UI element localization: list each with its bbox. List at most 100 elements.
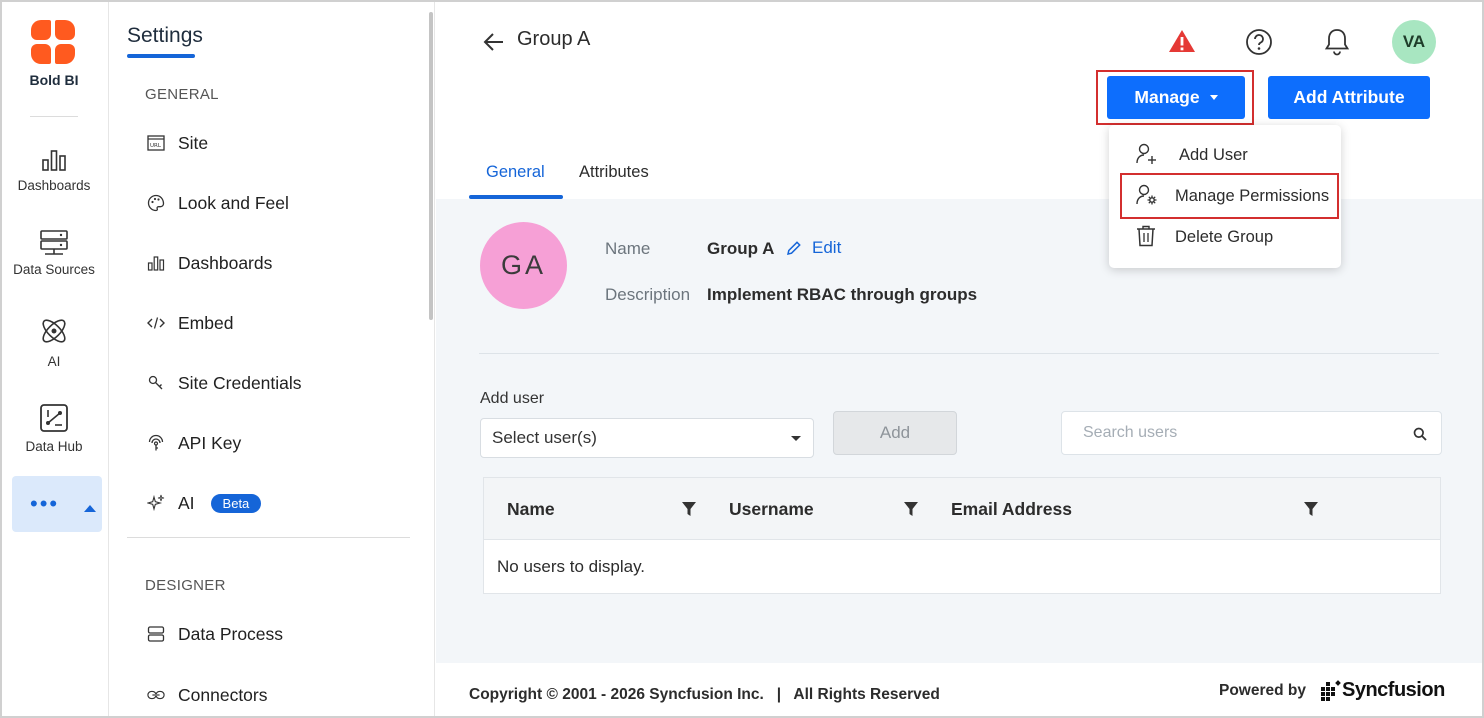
dropdown-arrow-icon: [791, 436, 801, 441]
rail-item-label: AI: [47, 354, 61, 369]
api-key-icon: [147, 434, 165, 452]
settings-item-label: Site Credentials: [178, 372, 302, 393]
settings-item-ai[interactable]: AI Beta: [147, 488, 262, 518]
add-user-submit-button[interactable]: Add: [833, 411, 957, 455]
settings-item-connectors[interactable]: Connectors: [147, 680, 268, 710]
filter-icon[interactable]: [681, 501, 697, 517]
name-label: Name: [605, 239, 651, 258]
menu-item-manage-permissions[interactable]: Manage Permissions: [1109, 178, 1341, 214]
user-avatar[interactable]: VA: [1392, 20, 1436, 64]
column-header-name[interactable]: Name: [507, 499, 555, 520]
edit-link[interactable]: Edit: [786, 238, 841, 258]
code-icon: [147, 314, 165, 332]
group-name-value: Group A: [707, 239, 775, 258]
bar-chart-icon: [147, 254, 165, 272]
notification-bell-icon[interactable]: [1324, 27, 1350, 57]
search-icon[interactable]: [1413, 427, 1427, 441]
empty-table-message: No users to display.: [497, 557, 646, 576]
settings-item-label: Embed: [178, 312, 234, 333]
filter-icon[interactable]: [1303, 501, 1319, 517]
brand-name: Bold BI: [29, 72, 79, 88]
more-menu-button[interactable]: •••: [12, 476, 102, 532]
menu-item-label: Delete Group: [1175, 227, 1274, 246]
rail-item-data-sources[interactable]: Data Sources: [2, 230, 106, 277]
settings-scrollbar[interactable]: [429, 12, 433, 320]
footer-powered-by: Powered by Syncfusion: [1219, 679, 1445, 702]
back-arrow-icon[interactable]: [482, 30, 506, 54]
settings-item-data-process[interactable]: Data Process: [147, 619, 283, 649]
settings-item-site[interactable]: URL Site: [147, 128, 208, 158]
settings-item-label: Connectors: [178, 684, 268, 705]
select-users-value: Select user(s): [492, 428, 597, 447]
app-window: Bold BI Dashboards Data Sources AI Data …: [0, 0, 1484, 718]
settings-item-site-credentials[interactable]: Site Credentials: [147, 368, 302, 398]
search-placeholder: Search users: [1083, 424, 1178, 441]
add-user-label: Add user: [480, 390, 545, 407]
main-content: Group A VA Manage Add Attribute General …: [436, 2, 1482, 716]
pencil-icon: [787, 241, 801, 255]
settings-item-dashboards[interactable]: Dashboards: [147, 248, 272, 278]
manage-dropdown-menu: Add User Manage Permissions Delete Group: [1109, 125, 1341, 268]
rail-item-data-hub[interactable]: Data Hub: [2, 403, 106, 454]
tab-general[interactable]: General: [486, 163, 545, 182]
rail-item-ai[interactable]: AI: [2, 314, 106, 369]
description-label: Description: [605, 285, 691, 304]
rail-item-label: Dashboards: [17, 178, 91, 193]
nav-rail: Bold BI Dashboards Data Sources AI Data …: [2, 2, 109, 716]
beta-badge: Beta: [210, 493, 262, 513]
settings-item-label: API Key: [178, 432, 242, 453]
svg-text:URL: URL: [150, 143, 162, 149]
rail-item-dashboards[interactable]: Dashboards: [2, 148, 106, 193]
powered-by-label: Powered by: [1219, 681, 1306, 699]
syncfusion-logo[interactable]: Syncfusion: [1320, 679, 1445, 702]
link-icon: [147, 686, 165, 704]
sparkle-icon: [147, 494, 165, 512]
filter-icon[interactable]: [903, 501, 919, 517]
menu-item-label: Manage Permissions: [1175, 186, 1330, 205]
rail-item-label: Data Sources: [13, 262, 95, 277]
edit-label: Edit: [812, 238, 842, 257]
syncfusion-logo-icon: [1321, 679, 1341, 701]
settings-item-look-and-feel[interactable]: Look and Feel: [147, 188, 289, 218]
rail-divider: [30, 116, 78, 117]
section-divider: [479, 353, 1439, 354]
settings-title-underline: [127, 54, 195, 58]
manage-button[interactable]: Manage: [1107, 76, 1245, 119]
table-header: Name Username Email Address: [484, 478, 1440, 540]
manage-button-label: Manage: [1134, 87, 1200, 107]
tab-attributes[interactable]: Attributes: [579, 163, 649, 182]
add-attribute-button[interactable]: Add Attribute: [1268, 76, 1430, 119]
menu-item-delete-group[interactable]: Delete Group: [1109, 219, 1341, 255]
settings-item-label: AI: [178, 492, 195, 513]
search-users-input[interactable]: Search users: [1061, 411, 1442, 455]
data-process-icon: [147, 625, 165, 643]
settings-item-label: Data Process: [178, 623, 284, 644]
help-icon[interactable]: [1245, 28, 1273, 56]
caret-up-icon: [84, 505, 96, 512]
settings-item-label: Dashboards: [178, 252, 273, 273]
url-icon: URL: [147, 134, 165, 152]
column-header-email[interactable]: Email Address: [951, 499, 1072, 520]
menu-item-add-user[interactable]: Add User: [1109, 137, 1341, 173]
settings-item-label: Site: [178, 132, 209, 153]
chevron-down-icon: [1209, 95, 1218, 100]
page-title: Group A: [517, 28, 591, 50]
atom-icon: [42, 319, 66, 343]
footer-copyright: Copyright © 2001 - 2026 Syncfusion Inc. …: [469, 686, 940, 703]
group-description-value: Implement RBAC through groups: [707, 285, 978, 304]
column-header-username[interactable]: Username: [729, 499, 814, 520]
brand[interactable]: Bold BI: [2, 20, 106, 88]
select-users-dropdown[interactable]: Select user(s): [480, 418, 814, 458]
menu-item-label: Add User: [1179, 145, 1248, 164]
data-hub-icon: [40, 404, 68, 432]
settings-item-label: Look and Feel: [178, 192, 289, 213]
warning-icon[interactable]: [1168, 28, 1196, 54]
settings-item-embed[interactable]: Embed: [147, 308, 233, 338]
add-user-icon: [1136, 143, 1156, 164]
rail-item-label: Data Hub: [25, 439, 83, 454]
settings-item-api-key[interactable]: API Key: [147, 428, 241, 458]
key-icon: [147, 374, 165, 392]
user-settings-icon: [1136, 184, 1157, 205]
server-icon: [40, 230, 68, 255]
settings-panel: Settings GENERAL URL Site Look and Feel …: [110, 2, 435, 716]
